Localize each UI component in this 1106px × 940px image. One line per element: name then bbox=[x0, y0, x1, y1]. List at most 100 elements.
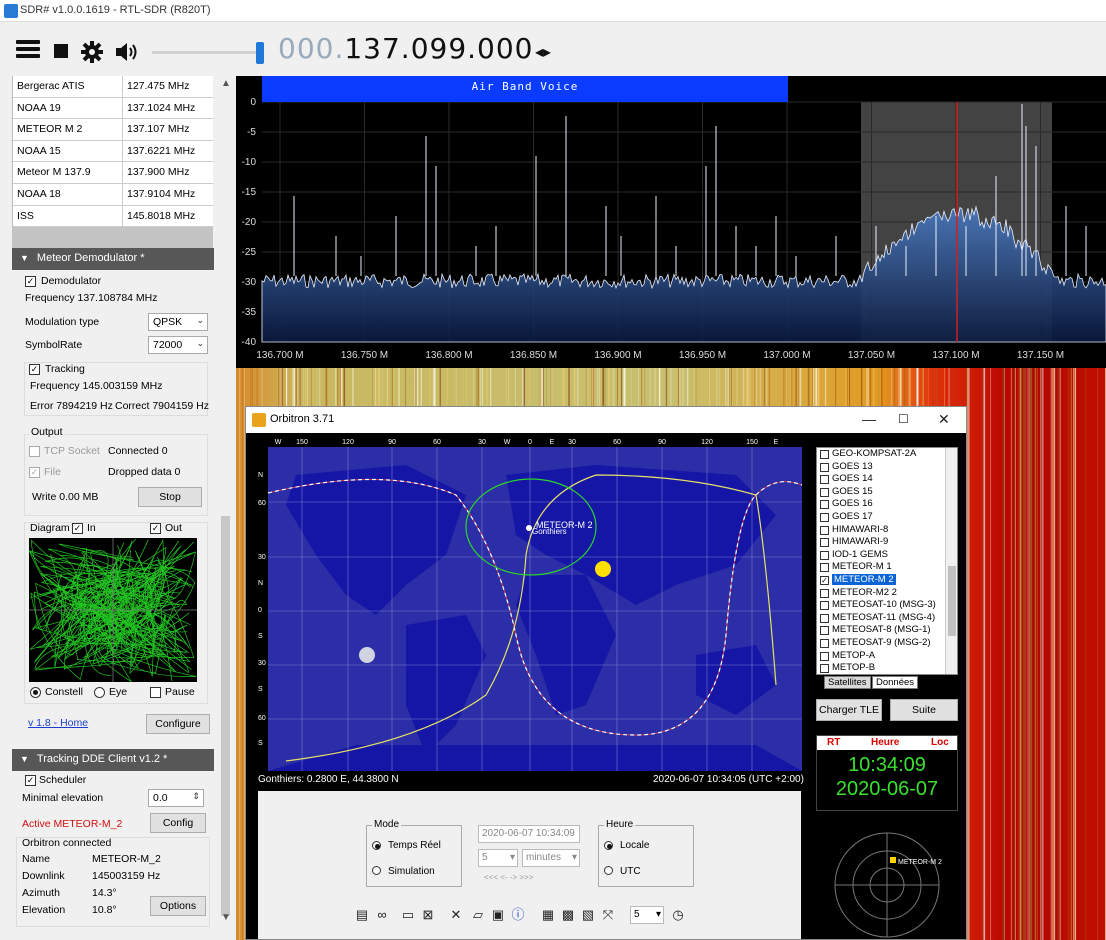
satellite-list-item[interactable]: GOES 15 bbox=[817, 486, 957, 499]
satellite-list-item[interactable]: METEOSAT-11 (MSG-4) bbox=[817, 612, 957, 625]
modulation-type-select[interactable]: QPSK ⌄ bbox=[148, 313, 208, 331]
satellite-checkbox[interactable] bbox=[820, 588, 829, 598]
min-elevation-input[interactable]: 0.0 ⇕ bbox=[148, 789, 204, 807]
expand-icon[interactable]: ⤧ bbox=[600, 907, 616, 923]
charger-tle-button[interactable]: Charger TLE bbox=[816, 699, 882, 721]
satellite-list-item[interactable]: METEOSAT-8 (MSG-1) bbox=[817, 624, 957, 637]
frequency-step-arrows[interactable]: ◂▸ bbox=[535, 42, 551, 62]
satellite-list-item[interactable]: METEOR-M2 2 bbox=[817, 587, 957, 600]
satellite-checkbox[interactable] bbox=[820, 626, 829, 636]
minimize-icon[interactable]: — bbox=[862, 411, 876, 427]
simulation-datetime-field[interactable]: 2020-06-07 10:34:09 bbox=[478, 825, 580, 843]
frequency-table-row[interactable]: METEOR M 2 137.107 MHz bbox=[13, 119, 213, 141]
speed-select[interactable]: 5 ▾ bbox=[630, 906, 664, 924]
options-button[interactable]: Options bbox=[150, 896, 206, 916]
satellite-list-item[interactable]: HIMAWARI-8 bbox=[817, 524, 957, 537]
eye-radio[interactable] bbox=[94, 687, 105, 698]
satellite-checkbox[interactable] bbox=[820, 601, 829, 611]
satellite-list-item[interactable]: METEOR-M 1 bbox=[817, 561, 957, 574]
simulation-unit-select[interactable]: minutes ▾ bbox=[522, 849, 580, 867]
satellite-checkbox[interactable] bbox=[820, 512, 829, 522]
satellite-checkbox[interactable] bbox=[820, 450, 829, 459]
tracking-checkbox[interactable]: ✓ bbox=[29, 364, 40, 375]
frequency-display[interactable]: 000.137.099.000 bbox=[278, 32, 533, 65]
maximize-icon[interactable]: ☐ bbox=[898, 412, 909, 426]
satellite-checkbox[interactable] bbox=[820, 563, 829, 573]
satellite-checkbox[interactable] bbox=[820, 487, 829, 497]
demodulator-checkbox[interactable]: ✓ bbox=[25, 276, 36, 287]
satellite-list-item[interactable]: GEO-KOMPSAT-2A bbox=[817, 448, 957, 461]
satellite-checkbox[interactable] bbox=[820, 550, 829, 560]
clock-loc-label[interactable]: Loc bbox=[931, 737, 949, 748]
frequency-table-row[interactable]: ISS 145.8018 MHz bbox=[13, 205, 213, 228]
constell-radio[interactable] bbox=[30, 687, 41, 698]
left-panel-scrollbar[interactable]: ▲ ▼ bbox=[218, 76, 233, 936]
satellite-checkbox[interactable]: ✓ bbox=[820, 575, 829, 585]
open-folder-icon[interactable]: ▱ bbox=[470, 907, 486, 923]
frequency-table-row[interactable]: NOAA 18 137.9104 MHz bbox=[13, 183, 213, 206]
symbolrate-select[interactable]: 72000 ⌄ bbox=[148, 336, 208, 354]
satellite-checkbox[interactable] bbox=[820, 525, 829, 535]
world-map[interactable]: W 150 120 90 60 30 W 0 E 30 60 90 120 150 E N 60 30 N 0 S 30… bbox=[256, 435, 802, 791]
clock-icon[interactable]: ◷ bbox=[670, 907, 686, 923]
simulation-nav-arrows[interactable]: <<< <- -> >>> bbox=[484, 873, 533, 882]
save-icon[interactable]: ▣ bbox=[490, 907, 506, 923]
volume-icon[interactable] bbox=[114, 40, 140, 64]
frequency-table-row[interactable]: Meteor M 137.9 137.900 MHz bbox=[13, 162, 213, 184]
close-icon[interactable]: ✕ bbox=[938, 411, 950, 428]
simulation-step-field[interactable]: 5 ▾ bbox=[478, 849, 518, 867]
tab-satellites[interactable]: Satellites bbox=[824, 676, 871, 689]
satellite-list-item[interactable]: METOP-A bbox=[817, 650, 957, 663]
utc-radio[interactable] bbox=[604, 866, 613, 875]
grid-icon[interactable]: ▩ bbox=[560, 907, 576, 923]
satellite-list-item[interactable]: GOES 14 bbox=[817, 473, 957, 486]
satellite-checkbox[interactable] bbox=[820, 651, 829, 661]
locale-radio[interactable] bbox=[604, 841, 613, 850]
satellite-checkbox[interactable] bbox=[820, 475, 829, 485]
book-icon[interactable]: ▤ bbox=[354, 907, 370, 923]
frequency-table-row[interactable]: Bergerac ATIS 127.475 MHz bbox=[13, 76, 213, 98]
frequency-table-row[interactable]: NOAA 15 137.6221 MHz bbox=[13, 140, 213, 163]
calendar-icon[interactable]: ▦ bbox=[540, 907, 556, 923]
tracking-dde-header[interactable]: ▼ Tracking DDE Client v1.2 * bbox=[12, 749, 214, 771]
satellite-list-item[interactable]: METOP-B bbox=[817, 662, 957, 674]
satellite-checkbox[interactable] bbox=[820, 538, 829, 548]
diagram-in-checkbox[interactable]: ✓ bbox=[72, 523, 83, 534]
frequency-table-row[interactable]: NOAA 19 137.1024 MHz bbox=[13, 97, 213, 120]
home-link[interactable]: v 1.8 - Home bbox=[28, 717, 88, 729]
configure-button[interactable]: Configure bbox=[146, 714, 210, 734]
satellite-list-item[interactable]: GOES 17 bbox=[817, 511, 957, 524]
satellite-list-item[interactable]: ✓ METEOR-M 2 bbox=[817, 573, 957, 587]
scheduler-checkbox[interactable]: ✓ bbox=[25, 775, 36, 786]
binoculars-icon[interactable]: ∞ bbox=[374, 907, 390, 923]
simulation-radio[interactable] bbox=[372, 866, 381, 875]
temps-reel-radio[interactable] bbox=[372, 841, 381, 850]
satellite-list-item[interactable]: GOES 13 bbox=[817, 461, 957, 474]
spectrum-analyzer[interactable]: 0 -5 -10 -15 -20 -25 -30 -35 -40 136.700 M 136.75… bbox=[236, 76, 1106, 368]
satellite-checkbox[interactable] bbox=[820, 664, 829, 674]
volume-slider[interactable] bbox=[152, 42, 264, 64]
satellite-list-scrollbar[interactable] bbox=[945, 448, 957, 674]
stop-icon[interactable] bbox=[54, 44, 68, 58]
close-window-icon[interactable]: ⊠ bbox=[420, 907, 436, 923]
layout-icon[interactable]: ▧ bbox=[580, 907, 596, 923]
meteor-demodulator-header[interactable]: ▼ Meteor Demodulator * bbox=[12, 248, 214, 270]
stop-button[interactable]: Stop bbox=[138, 487, 202, 507]
tcp-socket-checkbox[interactable] bbox=[29, 446, 40, 457]
minimize-window-icon[interactable]: ▭ bbox=[400, 907, 416, 923]
satellite-checkbox[interactable] bbox=[820, 462, 829, 472]
gear-icon[interactable] bbox=[80, 40, 104, 64]
satellite-list-item[interactable]: GOES 16 bbox=[817, 498, 957, 511]
satellite-list-item[interactable]: METEOSAT-10 (MSG-3) bbox=[817, 599, 957, 612]
config-button[interactable]: Config bbox=[150, 813, 206, 833]
satellite-checkbox[interactable] bbox=[820, 500, 829, 510]
volume-slider-thumb[interactable] bbox=[256, 42, 264, 64]
satellite-checkbox[interactable] bbox=[820, 638, 829, 648]
file-checkbox[interactable]: ✓ bbox=[29, 467, 40, 478]
satellite-list-item[interactable]: HIMAWARI-9 bbox=[817, 536, 957, 549]
clock-rt-label[interactable]: RT bbox=[827, 737, 840, 748]
satellite-list-item[interactable]: METEOSAT-9 (MSG-2) bbox=[817, 637, 957, 650]
tab-donnees[interactable]: Données bbox=[872, 676, 919, 689]
satellite-checkbox[interactable] bbox=[820, 613, 829, 623]
suite-button[interactable]: Suite bbox=[890, 699, 958, 721]
